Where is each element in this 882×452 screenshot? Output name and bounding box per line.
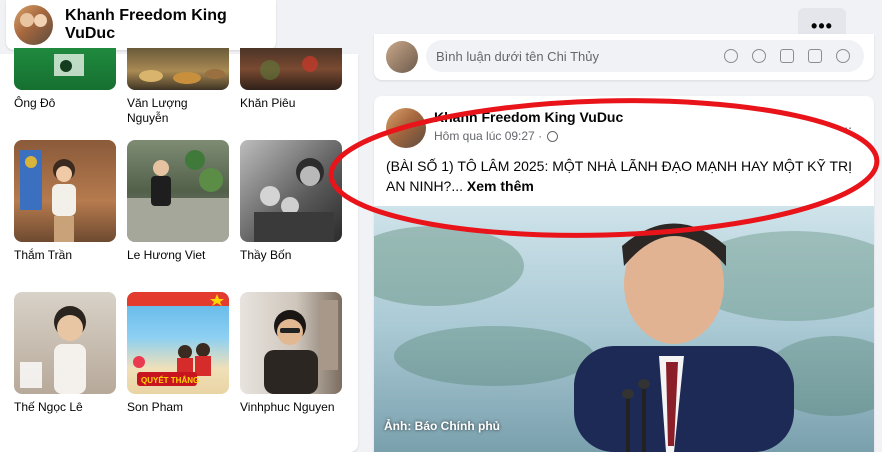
svg-text:QUYẾT THẮNG: QUYẾT THẮNG — [141, 375, 199, 385]
friend-tile[interactable]: Văn Lượng Nguyễn — [127, 48, 229, 126]
friend-photo-art — [264, 300, 338, 394]
friend-photo[interactable]: QUYẾT THẮNG — [127, 292, 229, 394]
friend-photo[interactable] — [240, 292, 342, 394]
comment-placeholder: Bình luận dưới tên Chi Thủy — [436, 48, 599, 64]
profile-name[interactable]: Khanh Freedom King VuDuc — [65, 7, 276, 43]
friend-photo[interactable] — [14, 292, 116, 394]
post-image[interactable]: Ảnh: Báo Chính phủ — [374, 206, 874, 452]
sticker-icon[interactable] — [836, 49, 850, 63]
avatar[interactable] — [14, 5, 54, 45]
friend-photo[interactable] — [127, 140, 229, 242]
friends-card: Ông Đô Văn Lượng Nguyễn Khăn Piêu Thắm T… — [0, 48, 358, 452]
friend-name[interactable]: Ông Đô — [14, 96, 116, 111]
friend-tile[interactable]: Ông Đô — [14, 48, 116, 111]
friend-name[interactable]: Thế Ngọc Lê — [14, 400, 116, 415]
friend-name[interactable]: Văn Lượng Nguyễn — [127, 96, 229, 126]
post-image-art — [374, 223, 874, 452]
friend-photo-art: QUYẾT THẮNG — [127, 292, 229, 386]
friend-name[interactable]: Le Hương Viet — [127, 248, 229, 263]
comment-input[interactable]: Bình luận dưới tên Chi Thủy — [426, 40, 864, 72]
friend-photo-art — [260, 56, 318, 80]
friend-name[interactable]: Vinhphuc Nguyen — [240, 400, 342, 415]
friend-tile[interactable]: Le Hương Viet — [127, 140, 229, 263]
friend-photo-art — [54, 54, 84, 76]
avatar-sticker-icon[interactable] — [724, 49, 738, 63]
friend-photo[interactable] — [127, 48, 229, 90]
emoji-icon[interactable] — [752, 49, 766, 63]
friend-name[interactable]: Thắm Trần — [14, 248, 116, 263]
camera-icon[interactable] — [780, 49, 794, 63]
friend-photo[interactable] — [240, 48, 342, 90]
friend-tile[interactable]: QUYẾT THẮNG Son Pham — [127, 292, 229, 415]
gif-icon[interactable] — [808, 49, 822, 63]
previous-post-comment-bar: Bình luận dưới tên Chi Thủy — [374, 34, 874, 80]
profile-header[interactable]: Khanh Freedom King VuDuc — [6, 0, 276, 50]
friend-photo-art — [139, 69, 225, 84]
friend-tile[interactable]: Vinhphuc Nguyen — [240, 292, 342, 415]
image-caption: Ảnh: Báo Chính phủ — [384, 419, 500, 433]
avatar[interactable] — [386, 41, 418, 73]
red-annotation-ellipse — [328, 98, 880, 238]
friend-photo[interactable] — [14, 48, 116, 90]
friend-photo[interactable] — [14, 140, 116, 242]
friend-photo-art — [20, 306, 86, 394]
friend-name[interactable]: Son Pham — [127, 400, 229, 415]
friend-name[interactable]: Thầy Bốn — [240, 248, 342, 263]
friend-tile[interactable]: Thắm Trần — [14, 140, 116, 263]
friend-photo-art — [127, 150, 229, 242]
friend-tile[interactable]: Thế Ngọc Lê — [14, 292, 116, 415]
friend-photo-art — [20, 150, 76, 242]
